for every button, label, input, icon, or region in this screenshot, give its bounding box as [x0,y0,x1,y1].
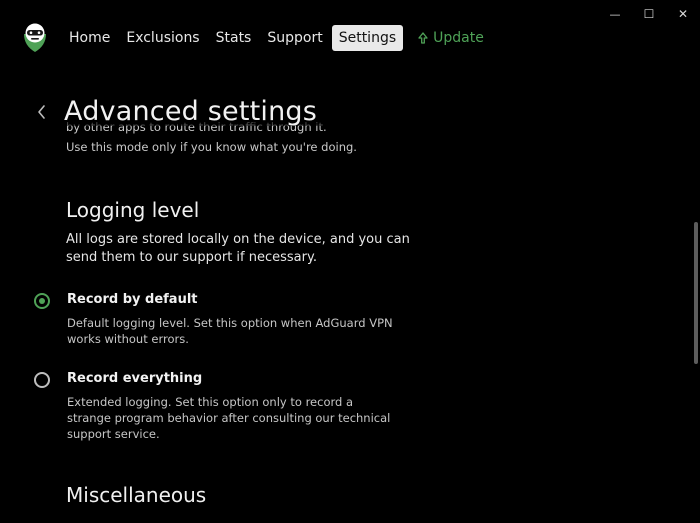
minimize-icon: — [609,7,621,21]
option-description: Extended logging. Set this option only t… [67,395,391,441]
nav-update[interactable]: Update [411,25,491,51]
update-label: Update [433,30,484,46]
close-button[interactable]: ✕ [666,0,700,28]
mode-warning-text: Use this mode only if you know what you'… [66,140,357,154]
nav-support[interactable]: Support [260,25,329,51]
maximize-icon: ☐ [643,7,655,21]
option-title: Record by default [67,292,198,307]
nav-settings[interactable]: Settings [331,25,404,51]
nav-exclusions[interactable]: Exclusions [119,25,206,51]
scrollbar-thumb[interactable] [694,222,698,364]
logging-level-title: Logging level [66,198,200,222]
chevron-left-icon [38,104,45,119]
miscellaneous-title: Miscellaneous [66,483,207,507]
logging-level-description: All logs are stored locally on the devic… [66,232,410,265]
back-button[interactable] [36,101,50,123]
top-nav-bar: Home Exclusions Stats Support Settings U… [22,22,491,54]
radio-record-by-default[interactable] [34,293,50,309]
update-arrow-icon [418,32,428,44]
nav-home[interactable]: Home [62,25,117,51]
page-title: Advanced settings [64,96,318,127]
close-icon: ✕ [677,7,689,21]
minimize-button[interactable]: — [598,0,632,28]
window-controls: — ☐ ✕ [598,0,700,28]
app-window: — ☐ ✕ Home Exclusions Stats Support Sett [0,0,700,523]
main-nav: Home Exclusions Stats Support Settings U… [62,25,491,51]
option-title: Record everything [67,371,203,386]
page-header: Advanced settings [36,96,317,127]
radio-record-everything[interactable] [34,372,50,388]
nav-stats[interactable]: Stats [209,25,259,51]
option-description: Default logging level. Set this option w… [67,316,393,346]
maximize-button[interactable]: ☐ [632,0,666,28]
adguard-logo-icon[interactable] [22,23,48,53]
